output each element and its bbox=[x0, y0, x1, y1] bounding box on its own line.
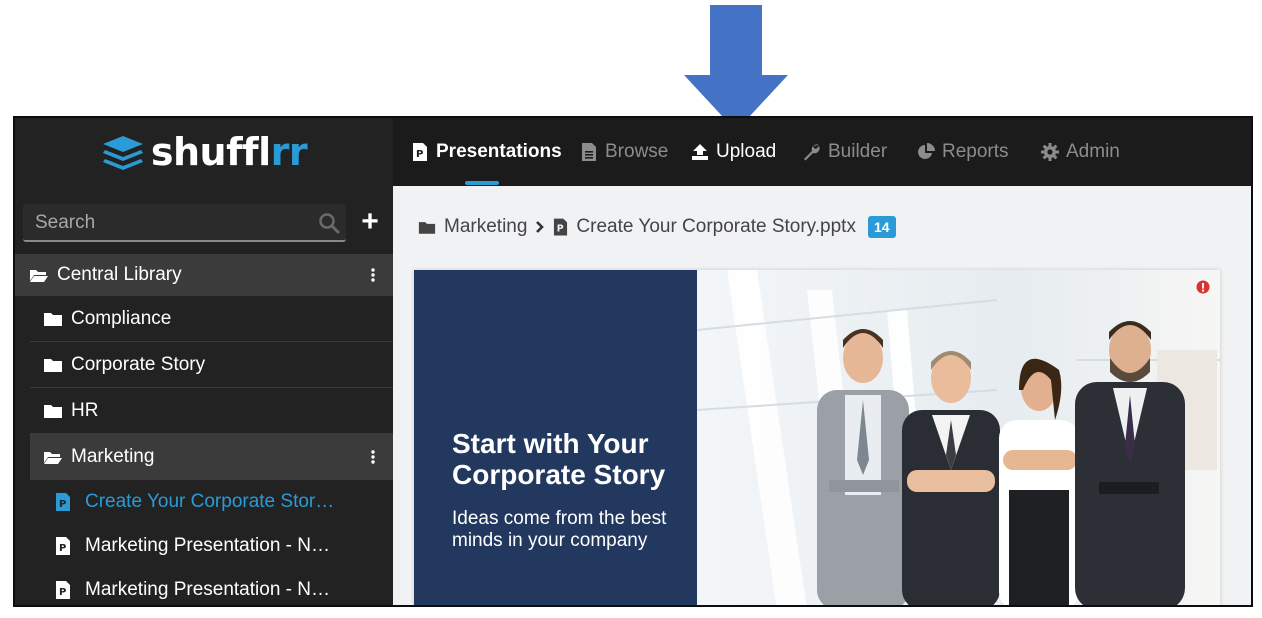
svg-text:P: P bbox=[557, 224, 564, 235]
document-icon bbox=[582, 143, 596, 161]
more-options-icon[interactable] bbox=[371, 449, 375, 464]
chevron-right-icon bbox=[536, 221, 545, 233]
slide-subtitle: Ideas come from the best minds in your c… bbox=[452, 508, 667, 551]
sidebar: shufflrr + Central Library bbox=[15, 118, 393, 605]
app-window: shufflrr + Central Library bbox=[13, 116, 1253, 607]
folder-item-corporate-story[interactable]: Corporate Story bbox=[30, 342, 393, 388]
folder-item-label: HR bbox=[71, 399, 99, 421]
folder-item-hr[interactable]: HR bbox=[30, 388, 393, 434]
active-tab-indicator bbox=[465, 181, 499, 185]
tab-label: Upload bbox=[716, 141, 777, 162]
breadcrumb: Marketing P Create Your Corporate Story.… bbox=[418, 214, 896, 240]
logo-text-main: shuffl bbox=[150, 130, 271, 174]
tab-admin[interactable]: Admin bbox=[1041, 118, 1120, 186]
business-team-photo bbox=[697, 270, 1220, 605]
tree-root-central-library[interactable]: Central Library bbox=[15, 254, 393, 296]
tab-reports[interactable]: Reports bbox=[917, 118, 1009, 186]
tab-builder[interactable]: Builder bbox=[803, 118, 887, 186]
folder-item-label: Corporate Story bbox=[71, 353, 206, 375]
svg-text:P: P bbox=[416, 149, 423, 160]
file-item-label: Marketing Presentation - N… bbox=[85, 579, 330, 600]
folder-item-compliance[interactable]: Compliance bbox=[30, 296, 393, 342]
slide-preview[interactable]: Start with Your Corporate Story Ideas co… bbox=[414, 270, 1220, 605]
folder-icon bbox=[44, 404, 62, 418]
logo[interactable]: shufflrr bbox=[15, 118, 393, 186]
logo-wordmark: shufflrr bbox=[150, 130, 308, 174]
svg-text:P: P bbox=[59, 499, 66, 510]
powerpoint-file-icon: P bbox=[554, 218, 568, 236]
folder-item-label: Marketing bbox=[71, 445, 155, 467]
logo-text-accent: rr bbox=[270, 130, 308, 174]
file-item-marketing-presentation-2[interactable]: P Marketing Presentation - N… bbox=[30, 568, 393, 605]
tab-presentations[interactable]: P Presentations bbox=[411, 118, 562, 186]
svg-text:P: P bbox=[59, 543, 66, 554]
breadcrumb-folder-link[interactable]: Marketing bbox=[444, 216, 527, 238]
wrench-icon bbox=[804, 144, 820, 161]
search-input[interactable] bbox=[35, 211, 305, 235]
folder-open-icon bbox=[30, 270, 48, 282]
slide-count-badge: 14 bbox=[867, 216, 896, 238]
add-button[interactable]: + bbox=[358, 207, 382, 238]
tab-label: Reports bbox=[942, 141, 1009, 162]
breadcrumb-file: Create Your Corporate Story.pptx bbox=[576, 216, 856, 237]
powerpoint-file-icon: P bbox=[56, 537, 70, 555]
tab-label: Presentations bbox=[436, 141, 562, 162]
more-options-icon[interactable] bbox=[371, 268, 375, 282]
library-tree: Central Library Compliance Corporate Sto… bbox=[15, 254, 393, 605]
main-content: Marketing P Create Your Corporate Story.… bbox=[393, 186, 1251, 605]
tree-item-label: Central Library bbox=[57, 264, 182, 285]
file-item-label: Marketing Presentation - N… bbox=[85, 535, 330, 556]
powerpoint-file-icon: P bbox=[413, 143, 427, 161]
search-row: + bbox=[23, 204, 383, 242]
alert-icon[interactable] bbox=[1196, 280, 1210, 294]
tab-browse[interactable]: Browse bbox=[580, 118, 668, 186]
slide-title-panel: Start with Your Corporate Story Ideas co… bbox=[414, 270, 697, 605]
folder-icon bbox=[44, 312, 62, 326]
search-box bbox=[23, 204, 346, 242]
pie-chart-icon bbox=[918, 143, 935, 159]
powerpoint-file-icon: P bbox=[56, 581, 70, 599]
folder-icon bbox=[418, 221, 436, 234]
upload-icon bbox=[692, 144, 708, 160]
slide-title: Start with Your Corporate Story bbox=[452, 428, 666, 490]
search-icon[interactable] bbox=[318, 212, 340, 234]
annotation-arrow bbox=[684, 5, 788, 131]
stack-logo-icon bbox=[102, 136, 143, 170]
file-item-marketing-presentation-1[interactable]: P Marketing Presentation - N… bbox=[30, 524, 393, 568]
folder-icon bbox=[44, 358, 62, 372]
tab-label: Browse bbox=[605, 141, 669, 162]
folder-item-label: Compliance bbox=[71, 307, 172, 329]
tab-label: Builder bbox=[828, 141, 888, 162]
tab-upload[interactable]: Upload bbox=[691, 118, 776, 186]
top-navigation: P Presentations Browse Upload Builder Re… bbox=[393, 118, 1251, 186]
svg-text:P: P bbox=[59, 587, 66, 598]
folder-item-marketing[interactable]: Marketing bbox=[30, 434, 393, 480]
file-item-label: Create Your Corporate Stor… bbox=[85, 491, 335, 512]
file-item-create-corporate-story[interactable]: P Create Your Corporate Stor… bbox=[30, 480, 393, 524]
gear-icon bbox=[1041, 143, 1059, 161]
folder-open-icon bbox=[44, 451, 62, 464]
powerpoint-file-icon: P bbox=[56, 493, 70, 511]
tab-label: Admin bbox=[1066, 141, 1120, 162]
